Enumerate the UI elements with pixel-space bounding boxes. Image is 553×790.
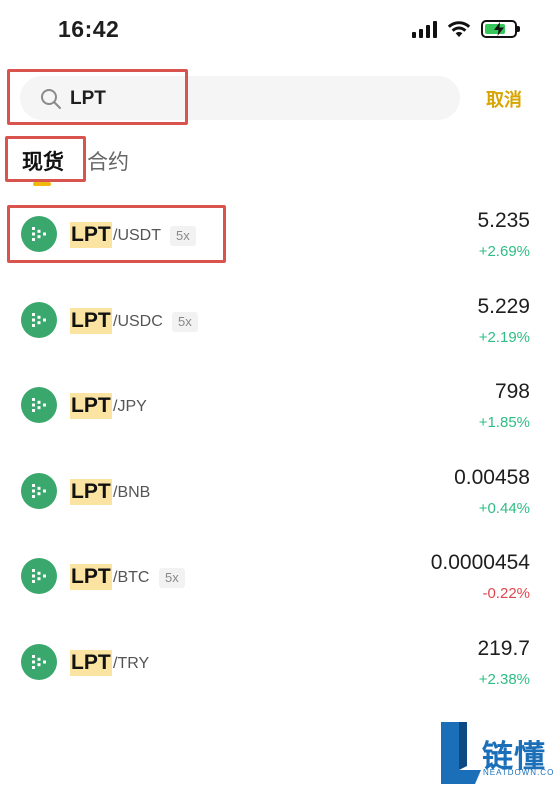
wifi-icon — [447, 21, 471, 37]
livepeer-coin-icon — [21, 558, 57, 594]
market-price: 5.235 — [477, 209, 530, 232]
market-price: 219.7 — [477, 637, 530, 660]
market-row[interactable]: LPT/USDT 5x 5.235 +2.69% — [0, 192, 553, 278]
market-base: LPT — [70, 222, 112, 248]
cancel-button[interactable]: 取消 — [486, 86, 522, 112]
status-bar: 16:42 — [0, 0, 553, 60]
market-change: +2.19% — [478, 329, 530, 346]
market-quote: /TRY — [113, 655, 150, 672]
market-base: LPT — [70, 479, 112, 505]
livepeer-coin-icon — [21, 216, 57, 252]
market-row[interactable]: LPT/BNB 0.00458 +0.44% — [0, 449, 553, 535]
leverage-badge: 5x — [170, 226, 196, 246]
market-quote: /USDC — [113, 313, 163, 330]
signal-icon — [412, 20, 437, 38]
bolt-icon — [494, 22, 504, 36]
leverage-badge: 5x — [159, 568, 185, 588]
livepeer-coin-icon — [21, 644, 57, 680]
market-price: 798 — [494, 380, 530, 403]
market-price: 0.00458 — [454, 466, 530, 489]
active-tab-indicator — [33, 182, 51, 186]
market-change: +1.85% — [478, 414, 530, 431]
market-quote: /USDT — [113, 227, 161, 244]
market-quote: /BTC — [113, 569, 150, 586]
watermark-sub: NEATDOWN.COM — [483, 768, 553, 777]
market-base: LPT — [70, 564, 112, 590]
status-time: 16:42 — [58, 16, 120, 42]
market-change: +0.44% — [478, 500, 530, 517]
market-row[interactable]: LPT/TRY 219.7 +2.38% — [0, 620, 553, 706]
market-base: LPT — [70, 393, 112, 419]
market-row[interactable]: LPT/JPY 798 +1.85% — [0, 363, 553, 449]
market-base: LPT — [70, 308, 112, 334]
market-change: +2.69% — [478, 243, 530, 260]
market-change: +2.38% — [478, 671, 530, 688]
tab-contract[interactable]: 合约 — [87, 146, 129, 176]
market-quote: /JPY — [113, 398, 147, 415]
market-price: 0.0000454 — [430, 551, 530, 574]
battery-charging-icon — [481, 20, 520, 38]
search-input[interactable] — [70, 84, 370, 114]
livepeer-coin-icon — [21, 473, 57, 509]
market-row[interactable]: LPT/BTC 5x 0.0000454 -0.22% — [0, 534, 553, 620]
leverage-badge: 5x — [172, 312, 198, 332]
search-icon — [41, 89, 61, 109]
tab-spot[interactable]: 现货 — [22, 146, 64, 176]
market-row[interactable]: LPT/USDC 5x 5.229 +2.19% — [0, 278, 553, 364]
livepeer-coin-icon — [21, 387, 57, 423]
status-icons — [412, 20, 520, 38]
market-quote: /BNB — [113, 484, 151, 501]
market-change: -0.22% — [482, 585, 530, 602]
livepeer-coin-icon — [21, 302, 57, 338]
market-price: 5.229 — [477, 295, 530, 318]
market-base: LPT — [70, 650, 112, 676]
